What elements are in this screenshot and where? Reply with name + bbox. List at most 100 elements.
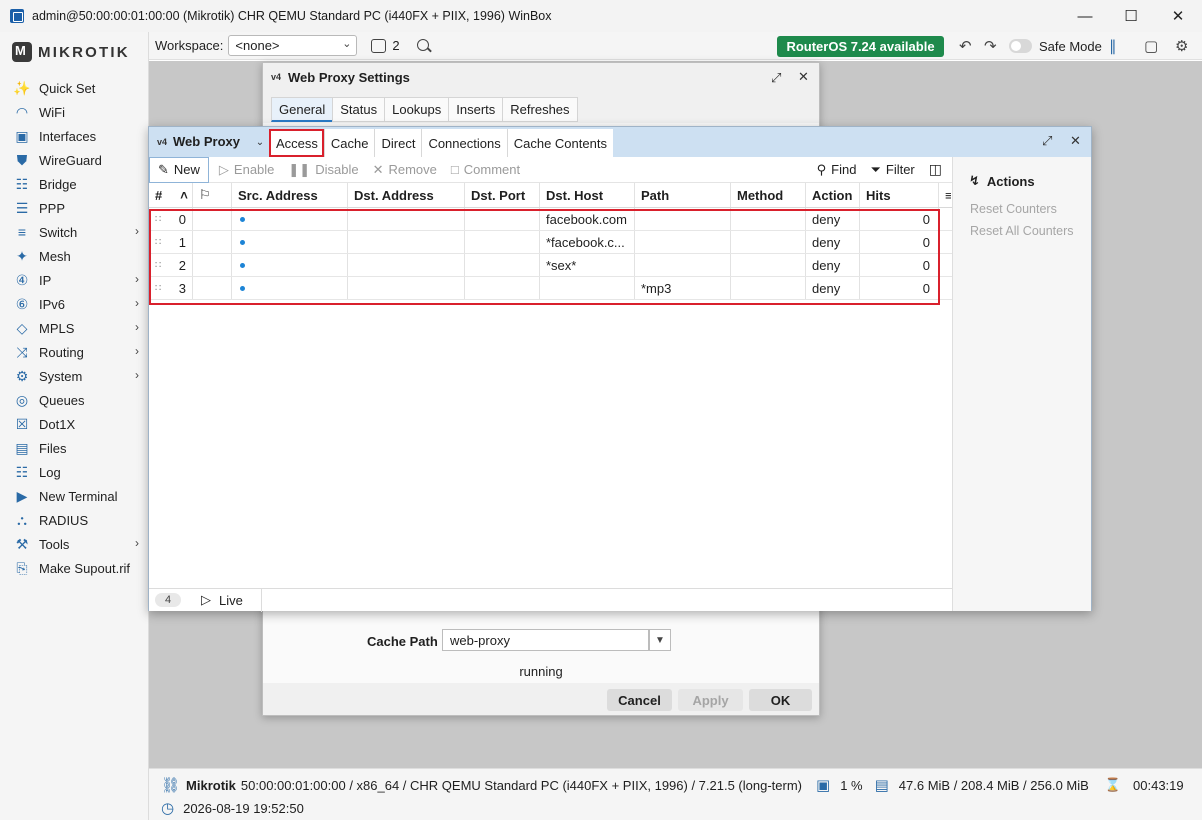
sidebar-item-mesh[interactable]: ✦ Mesh [0,244,149,268]
sidebar-item-quick-set[interactable]: ✨ Quick Set [0,76,149,100]
workspace-select[interactable]: <none> ⌄ [228,35,358,56]
column-header-src-address[interactable]: Src. Address [232,183,348,207]
find-button[interactable]: ⚲ Find [817,162,857,178]
sidebar-item-files[interactable]: ▤ Files [0,436,149,460]
column-header-dst-port[interactable]: Dst. Port [465,183,540,207]
settings-gear-icon[interactable]: ⚙ [1175,37,1188,55]
sidebar-item-system[interactable]: ⚙ System › [0,364,149,388]
new-button[interactable]: ✎ New [149,156,209,183]
sidebar-item-wireguard[interactable]: ⛊ WireGuard [0,148,149,172]
wand-icon: ✨ [13,79,31,96]
enable-button[interactable]: ▷ Enable [219,162,274,178]
hourglass-icon: ⌛ [1104,777,1122,792]
column-header-number[interactable]: # ˄ [149,183,193,207]
column-header-path[interactable]: Path [635,183,731,207]
sidebar-item-ppp[interactable]: ☰ PPP [0,196,149,220]
minimize-button[interactable]: — [1062,0,1108,32]
enabled-dot-icon [240,262,245,268]
tab-cache-contents[interactable]: Cache Contents [506,129,613,157]
restore-icon[interactable]: ⤢ [771,70,781,86]
sidebar-item-queues[interactable]: ◎ Queues [0,388,149,412]
hits-cell: 0 [860,277,939,299]
toggle-side-panel-icon[interactable]: ◫ [929,161,942,178]
ok-button[interactable]: OK [749,689,812,711]
sidebar-item-mpls[interactable]: ◇ MPLS › [0,316,149,340]
action-value: deny [812,211,841,227]
sidebar-item-wifi[interactable]: ◠ WiFi [0,100,149,124]
column-menu-icon[interactable]: ≡ [939,183,951,207]
tab-cache[interactable]: Cache [323,129,375,157]
chevron-down-icon[interactable]: ▼ [649,629,671,651]
table-row[interactable]: ∷ 2 *sex* deny 0 [149,254,952,277]
table-row[interactable]: ∷ 0 facebook.com deny 0 [149,208,952,231]
host-value: facebook.com [546,211,627,227]
sidebar-item-interfaces[interactable]: ▣ Interfaces [0,124,149,148]
undo-icon[interactable]: ↶ [959,37,972,55]
tab-lookups[interactable]: Lookups [384,97,449,122]
live-button[interactable]: ▷ Live [201,592,243,608]
sidebar-item-ip[interactable]: ④ IP › [0,268,149,292]
switch-icon: ≡ [17,224,27,240]
disconnect-icon[interactable]: ∥ [1109,37,1117,55]
cache-path-input[interactable]: web-proxy [442,629,649,651]
sidebar-item-ipv6[interactable]: ⑥ IPv6 › [0,292,149,316]
search-icon[interactable] [416,38,432,54]
path-cell: *mp3 [635,277,731,299]
remove-button[interactable]: ✕ Remove [373,162,437,178]
sidebar-item-log[interactable]: ☷ Log [0,460,149,484]
sidebar-item-new-terminal[interactable]: ▶ New Terminal [0,484,149,508]
drag-handle-icon[interactable]: ∷ [155,283,161,294]
tab-refreshes[interactable]: Refreshes [502,97,578,122]
sidebar-item-bridge[interactable]: ☷ Bridge [0,172,149,196]
sidebar-item-switch[interactable]: ≡ Switch › [0,220,149,244]
tab-inserts[interactable]: Inserts [448,97,503,122]
update-available-button[interactable]: RouterOS 7.24 available [777,36,944,57]
wireguard-icon: ⛊ [16,151,28,168]
column-header-method[interactable]: Method [731,183,806,207]
src-cell [232,277,348,299]
apply-button[interactable]: Apply [678,689,743,711]
column-header-flag[interactable]: ⚐ [193,183,232,207]
close-icon[interactable]: ✕ [1070,133,1081,149]
comment-icon: □ [450,162,459,177]
tab-status[interactable]: Status [332,97,385,122]
cancel-button[interactable]: Cancel [607,689,672,711]
sidebar-item-dot1x[interactable]: ☒ Dot1X [0,412,149,436]
drag-handle-icon[interactable]: ∷ [155,237,161,248]
hits-value: 0 [922,280,930,296]
maximize-button[interactable]: ☐ [1108,0,1154,32]
sidebar-item-tools[interactable]: ⚒ Tools › [0,532,149,556]
reset-counters-action[interactable]: Reset Counters [970,202,1057,216]
sidebar-item-routing[interactable]: ⤨ Routing › [0,340,149,364]
tab-direct[interactable]: Direct [374,129,422,157]
table-row[interactable]: ∷ 3 *mp3 deny 0 [149,277,952,300]
comment-button[interactable]: □ Comment [451,162,520,177]
column-header-dst-address[interactable]: Dst. Address [348,183,465,207]
tab-connections[interactable]: Connections [421,129,507,157]
filter-button[interactable]: ⏷ Filter [870,162,914,178]
drag-handle-icon[interactable]: ∷ [155,260,161,271]
remove-x-icon: ✕ [372,161,384,177]
redo-icon[interactable]: ↷ [984,37,997,55]
safe-mode-toggle[interactable] [1009,39,1032,53]
column-header-action[interactable]: Action [806,183,860,207]
web-proxy-title-area: v4 Web Proxy [157,134,240,149]
tab-general[interactable]: General [271,97,333,122]
close-window-button[interactable]: ✕ [1155,0,1201,32]
open-windows-button[interactable]: 2 [371,38,400,53]
package-icon[interactable]: ▢ [1144,37,1158,55]
dot1x-icon: ☒ [15,415,29,432]
reset-all-counters-action[interactable]: Reset All Counters [970,224,1074,238]
table-row[interactable]: ∷ 1 *facebook.c... deny 0 [149,231,952,254]
close-icon[interactable]: ✕ [798,69,809,85]
tab-access[interactable]: Access [269,129,324,157]
drag-handle-icon[interactable]: ∷ [155,214,161,225]
restore-icon[interactable]: ⤢ [1042,133,1052,149]
sidebar-item-make-supout-rif[interactable]: ⎘ Make Supout.rif [0,556,149,580]
column-header-dst-host[interactable]: Dst. Host [540,183,635,207]
port-cell [465,231,540,253]
disable-button[interactable]: ❚❚ Disable [288,162,358,178]
column-header-hits[interactable]: Hits [860,183,939,207]
sidebar-item-radius[interactable]: ⛬ RADIUS [0,508,149,532]
chevron-down-icon[interactable]: ⌄ [253,133,267,151]
